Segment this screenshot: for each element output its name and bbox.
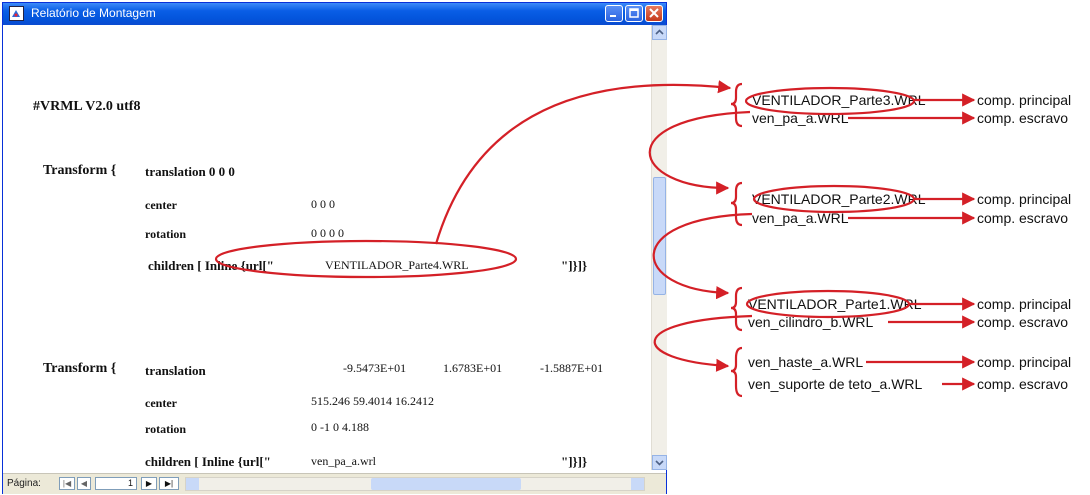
highlight-ellipse-parte3 [744, 86, 916, 116]
annotation-overlay [214, 80, 976, 398]
highlight-ellipse-parte1 [745, 289, 911, 319]
arrow-group1-to-group2 [648, 110, 751, 195]
highlight-ellipse-parte2 [752, 184, 916, 214]
arrow-group2-to-group3 [652, 212, 753, 300]
bracket-group1 [730, 82, 743, 128]
arrow-group3-to-group4 [653, 314, 753, 372]
bracket-group4 [730, 346, 743, 398]
arrow-to-group1 [434, 80, 732, 245]
highlight-ellipse-parte4 [214, 239, 518, 279]
bracket-group3 [730, 286, 743, 332]
bracket-group2 [730, 181, 743, 227]
